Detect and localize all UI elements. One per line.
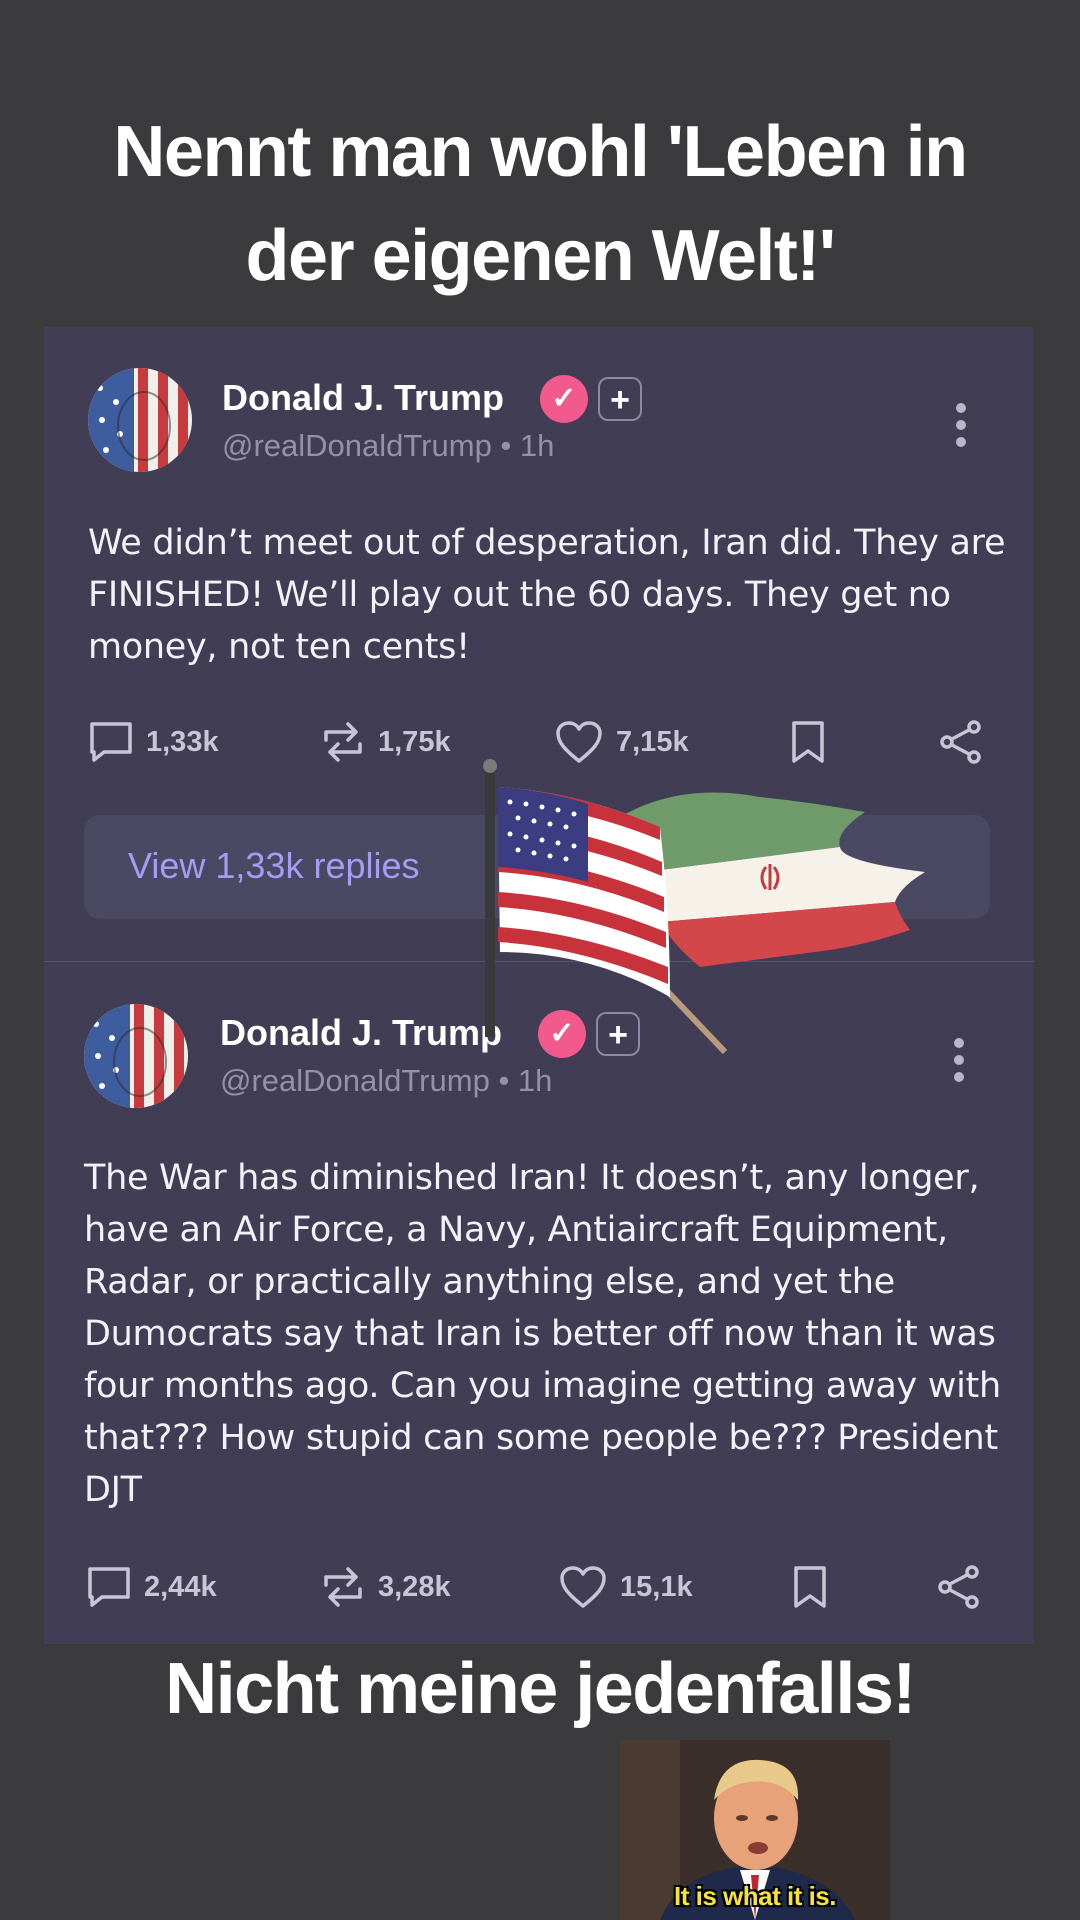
repost-count: 1,75k [378, 725, 451, 758]
verified-badge-icon: ✓ [540, 375, 588, 423]
top-caption-line-1: Nennt man wohl 'Leben in [113, 112, 968, 192]
more-vertical-icon[interactable] [956, 403, 968, 454]
like-count: 15,1k [620, 1570, 693, 1603]
repost-count: 3,28k [378, 1570, 451, 1603]
author-handle-line: @realDonaldTrump • 1h [220, 1063, 552, 1099]
bookmark-icon[interactable] [790, 1562, 830, 1612]
reply-count: 2,44k [144, 1570, 217, 1603]
post-text: We didn’t meet out of desperation, Iran … [88, 523, 1006, 667]
reaction-caption: It is what it is. [674, 1881, 836, 1911]
heart-icon [560, 1566, 606, 1608]
bottom-caption: Nicht meine jedenfalls! [165, 1649, 916, 1729]
time-separator: • [500, 428, 512, 463]
repost-icon [324, 1567, 362, 1607]
reply-action[interactable]: 2,44k [86, 1562, 217, 1612]
post-text: The War has diminished Iran! It doesn’t,… [84, 1158, 1001, 1510]
repost-action[interactable]: 3,28k [320, 1562, 451, 1612]
top-caption-line-2: der eigenen Welt!' [245, 216, 836, 296]
more-vertical-icon[interactable] [954, 1038, 966, 1089]
plus-icon[interactable]: + [598, 377, 642, 421]
repost-action[interactable]: 1,75k [320, 717, 451, 767]
avatar[interactable] [88, 368, 192, 472]
share-icon[interactable] [936, 1562, 982, 1612]
author-handle[interactable]: @realDonaldTrump [220, 1063, 490, 1098]
us-flag-icon [483, 759, 670, 1037]
reply-action[interactable]: 1,33k [88, 717, 219, 767]
author-name[interactable]: Donald J. Trump [220, 1012, 502, 1054]
author-handle-line: @realDonaldTrump • 1h [222, 428, 554, 464]
like-action[interactable]: 15,1k [558, 1562, 693, 1612]
repost-icon [324, 722, 362, 762]
comment-icon [90, 722, 132, 762]
post-time: 1h [519, 428, 555, 463]
post-time: 1h [517, 1063, 553, 1098]
author-name[interactable]: Donald J. Trump [222, 377, 504, 419]
reply-count: 1,33k [146, 725, 219, 758]
post-card-2: Donald J. Trump ✓ + @realDonaldTrump • 1… [44, 962, 1034, 1644]
top-caption: Nennt man wohl 'Leben in der eigenen Wel… [0, 100, 1080, 308]
flags-sticker [483, 759, 925, 1055]
time-separator: • [498, 1063, 510, 1098]
comment-icon [88, 1567, 130, 1607]
avatar[interactable] [84, 1004, 188, 1108]
reaction-gif: It is what it is. [620, 1740, 890, 1920]
author-handle[interactable]: @realDonaldTrump [222, 428, 492, 463]
share-icon[interactable] [938, 717, 984, 767]
view-replies-label: View 1,33k replies [128, 845, 420, 886]
